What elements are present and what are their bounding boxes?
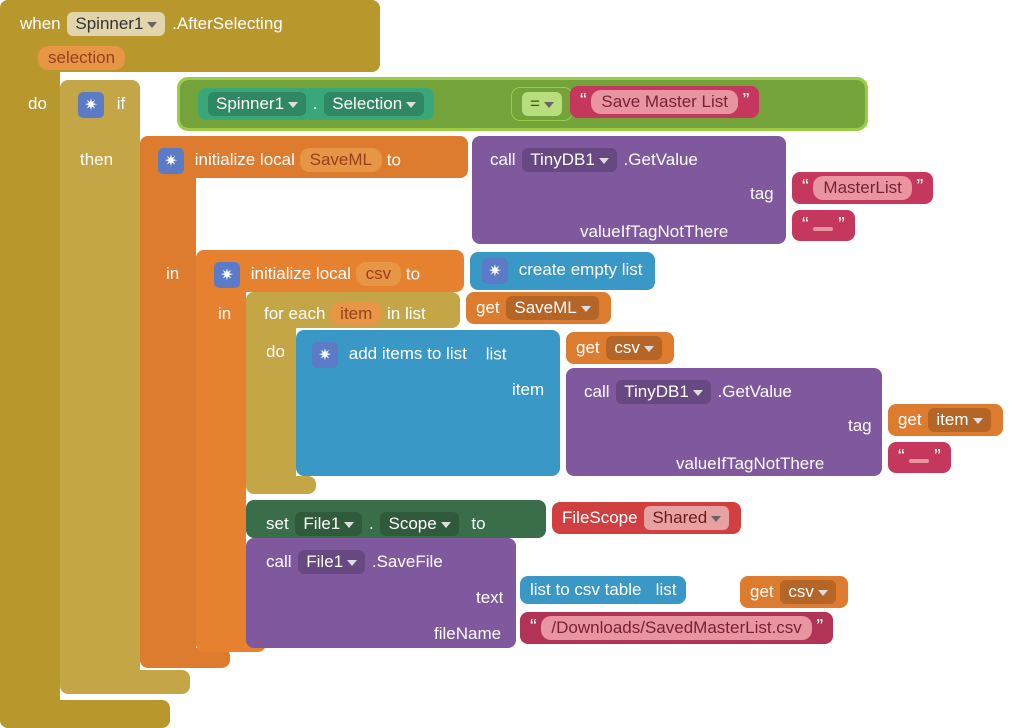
text-label: text — [466, 582, 513, 614]
event-header: when Spinner1 .AfterSelecting — [10, 6, 293, 42]
init-csv-row: ✷ initialize local csv to — [204, 256, 430, 294]
event-param[interactable]: selection — [28, 40, 135, 76]
do-label: do — [18, 88, 57, 120]
cond-property-dropdown[interactable]: Selection — [324, 92, 424, 116]
get-dropdown[interactable]: SaveML — [506, 296, 598, 320]
get-csv-1[interactable]: get csv — [566, 332, 674, 364]
param-selection: selection — [38, 46, 125, 70]
in-label-2: in — [208, 298, 241, 330]
vint-label-outer: valueIfTagNotThere — [570, 216, 738, 248]
inner-vint-label: valueIfTagNotThere — [666, 448, 834, 480]
string-empty-2[interactable]: “ ” — [888, 442, 951, 473]
in-label-1: in — [156, 258, 189, 290]
string-masterlist[interactable]: “ MasterList ” — [792, 172, 933, 204]
if-container-bottom — [60, 670, 190, 694]
tinydb-dropdown[interactable]: TinyDB1 — [616, 380, 711, 404]
string-value: Save Master List — [591, 90, 738, 114]
filename-label: fileName — [424, 618, 511, 650]
op-dropdown[interactable]: = — [522, 92, 562, 116]
get-item[interactable]: get item — [888, 404, 1003, 436]
file-dropdown[interactable]: File1 — [295, 512, 362, 536]
var-item[interactable]: item — [330, 302, 382, 326]
add-items-row: ✷ add items to list list — [302, 336, 517, 374]
if-gear-row: ✷ if — [68, 86, 135, 124]
gear-icon[interactable]: ✷ — [78, 92, 104, 118]
call-getvalue-inner-row: call TinyDB1 .GetValue — [574, 374, 802, 410]
string-empty-1[interactable]: “ ” — [792, 210, 855, 241]
get-dropdown[interactable]: csv — [606, 336, 662, 360]
filescope-shared[interactable]: FileScope Shared — [552, 502, 741, 534]
get-csv-2[interactable]: get csv — [740, 576, 848, 608]
get-saveml[interactable]: get SaveML — [466, 292, 611, 324]
inner-tag-label: tag — [838, 410, 882, 442]
call-getvalue-outer-row: call TinyDB1 .GetValue — [480, 142, 708, 178]
event-block-body2 — [0, 700, 170, 728]
event-component-dropdown[interactable]: Spinner1 — [67, 12, 165, 36]
gear-icon[interactable]: ✷ — [312, 342, 338, 368]
get-dropdown[interactable]: csv — [780, 580, 836, 604]
scope-prop-dropdown[interactable]: Scope — [380, 512, 458, 536]
init-saveml-row: ✷ initialize local SaveML to — [148, 142, 411, 180]
var-csv[interactable]: csv — [356, 262, 402, 286]
gear-icon[interactable]: ✷ — [158, 148, 184, 174]
foreach-row: for each item in list — [254, 296, 436, 332]
get-dropdown[interactable]: item — [928, 408, 990, 432]
string-save-master-list[interactable]: “ Save Master List ” — [570, 86, 759, 118]
then-label: then — [70, 144, 123, 176]
set-file-scope-row: set File1 . Scope to — [256, 506, 496, 542]
list-to-csv-table[interactable]: list to csv table list — [520, 576, 686, 604]
cond-component-dropdown[interactable]: Spinner1 — [208, 92, 306, 116]
tag-label-outer: tag — [740, 178, 784, 210]
init-saveml-rail — [140, 136, 196, 666]
if-label: if — [117, 94, 126, 113]
gear-icon[interactable]: ✷ — [214, 262, 240, 288]
gear-icon[interactable]: ✷ — [482, 258, 508, 284]
event-name: .AfterSelecting — [172, 14, 283, 33]
create-empty-list[interactable]: ✷ create empty list — [470, 252, 655, 290]
blocks-canvas: when Spinner1 .AfterSelecting selection … — [0, 0, 1024, 728]
shared-dropdown[interactable]: Shared — [644, 506, 729, 530]
call-savefile-row: call File1 .SaveFile — [256, 544, 453, 580]
item-label: item — [502, 374, 554, 406]
foreach-bottom — [246, 476, 316, 494]
foreach-do-label: do — [256, 336, 295, 368]
equals-op[interactable]: = — [512, 88, 572, 120]
when-label: when — [20, 14, 61, 33]
string-filename[interactable]: “ /Downloads/SavedMasterList.csv ” — [520, 612, 833, 644]
tinydb-dropdown[interactable]: TinyDB1 — [522, 148, 617, 172]
var-saveml[interactable]: SaveML — [300, 148, 382, 172]
file-dropdown[interactable]: File1 — [298, 550, 365, 574]
getter-spinner-selection[interactable]: Spinner1 . Selection — [198, 88, 434, 120]
